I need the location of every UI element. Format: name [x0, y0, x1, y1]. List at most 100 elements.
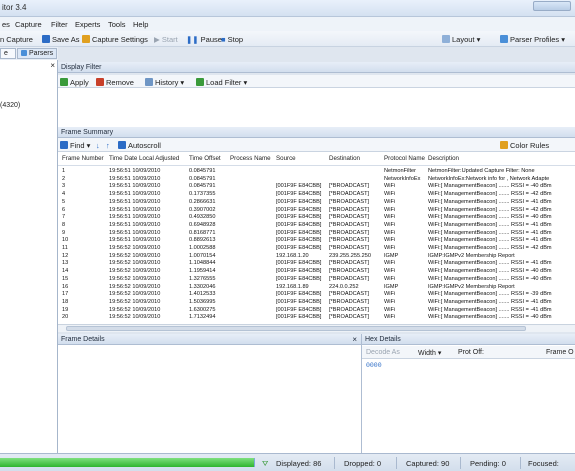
cell-source: [001F9F E84CBB] [276, 260, 322, 267]
column-header-frame-number[interactable]: Frame Number [62, 155, 104, 162]
cell-description: NetworkInfoEx:Network info for , Network… [428, 175, 550, 182]
cell-destination: [*BROADCAST] [329, 298, 370, 305]
layout-button[interactable]: Layout ▾ [442, 35, 480, 44]
menu-item-help[interactable]: Help [133, 20, 148, 29]
table-row[interactable]: 16 19:56:52 10/09/2010 1.3302046 192.168.1.… [58, 284, 575, 291]
cell-description: WiFi:[ ManagementBeacon] ....... RSSI = … [428, 306, 552, 313]
table-row[interactable]: 20 19:56:52 10/09/2010 1.7132494 [001F9F E8… [58, 314, 575, 321]
status-bar: ⛛ Displayed: 86 Dropped: 0 Captured: 90 … [0, 453, 575, 471]
frame-summary-grid[interactable]: Frame Number Time Date Local Adjusted Ti… [58, 152, 575, 324]
table-row[interactable]: 12 19:56:52 10/09/2010 1.0070154 192.168.1.… [58, 253, 575, 260]
hex-details-toolbar: Decode As Width ▾ Prot Off: Frame O [362, 346, 575, 359]
column-header-description[interactable]: Description [428, 155, 459, 162]
apply-icon [60, 78, 68, 86]
cell-description: WiFi:[ ManagementBeacon] ....... RSSI = … [428, 183, 552, 190]
find-button[interactable]: Find ▾ [60, 141, 90, 150]
filter-text-area[interactable] [58, 88, 575, 128]
header-divider [58, 165, 575, 166]
cell-protocol: WiFi [384, 260, 396, 267]
cell-frame-number: 20 [62, 314, 69, 321]
table-row[interactable]: 8 19:56:51 10/09/2010 0.6948928 [001F9F E84… [58, 222, 575, 229]
pause-icon: ❚❚ [186, 35, 201, 44]
tab-network[interactable]: e [0, 48, 16, 59]
new-capture-button[interactable]: n Capture [0, 35, 33, 44]
menu-item-capture[interactable]: Capture [15, 20, 42, 29]
autoscroll-button[interactable]: Autoscroll [118, 141, 161, 150]
decode-as-button[interactable]: Decode As [366, 349, 400, 356]
cell-destination: [*BROADCAST] [329, 191, 370, 198]
cell-protocol: NetworkInfoEx [384, 175, 421, 182]
table-row[interactable]: 18 19:56:52 10/09/2010 1.5036995 [001F9F E8… [58, 299, 575, 306]
apply-filter-button[interactable]: Apply [60, 78, 89, 87]
column-header-protocol-name[interactable]: Protocol Name [384, 155, 425, 162]
title-bar: itor 3.4 [0, 0, 575, 17]
column-header-destination[interactable]: Destination [329, 155, 360, 162]
scrollbar-thumb[interactable] [66, 326, 526, 331]
cell-protocol: WiFi [384, 198, 396, 205]
remove-filter-button[interactable]: Remove [96, 78, 134, 87]
cell-frame-number: 17 [62, 291, 69, 298]
cell-time-offset: 0.0845791 [189, 175, 216, 182]
table-row[interactable]: 15 19:56:52 10/09/2010 1.3276555 [001F9F E8… [58, 276, 575, 283]
color-rules-icon [500, 141, 508, 149]
parser-profiles-button[interactable]: Parser Profiles ▾ [500, 35, 565, 44]
cell-protocol: WiFi [384, 206, 396, 213]
table-row[interactable]: 14 19:56:52 10/09/2010 1.1959414 [001F9F E8… [58, 268, 575, 275]
color-rules-button[interactable]: Color Rules [500, 141, 549, 150]
window-controls[interactable] [533, 1, 571, 11]
capture-tab-item[interactable]: (4320) [0, 102, 20, 109]
column-header-source[interactable]: Source [276, 155, 296, 162]
column-header-time-offset[interactable]: Time Offset [189, 155, 221, 162]
arrow-down-icon[interactable]: ↓ [96, 141, 100, 150]
table-row[interactable]: 13 19:56:52 10/09/2010 1.1048844 [001F9F E8… [58, 260, 575, 267]
frame-summary-header: Frame Summary [58, 127, 575, 138]
cell-source: [001F9F E84CBB] [276, 291, 322, 298]
horizontal-scrollbar[interactable] [58, 324, 575, 332]
cell-source: [001F9F E84CBB] [276, 229, 322, 236]
capture-settings-button[interactable]: Capture Settings [82, 35, 148, 44]
table-row[interactable]: 3 19:56:51 10/09/2010 0.0845791 [001F9F E84… [58, 183, 575, 190]
close-icon[interactable]: × [352, 335, 357, 344]
table-row[interactable]: 7 19:56:51 10/09/2010 0.4932850 [001F9F E84… [58, 214, 575, 221]
cell-time-date: 19:56:52 10/09/2010 [109, 291, 161, 298]
cell-frame-number: 5 [62, 198, 66, 205]
arrow-up-icon[interactable]: ↑ [106, 141, 110, 150]
table-row[interactable]: 1 19:56:51 10/09/2010 0.0845791 NetmonFilte… [58, 168, 575, 175]
save-as-button[interactable]: Save As [42, 35, 80, 44]
cell-description: WiFi:[ ManagementBeacon] ....... RSSI = … [428, 221, 552, 228]
column-header-time-date[interactable]: Time Date Local Adjusted [109, 155, 179, 162]
cell-protocol: WiFi [384, 237, 396, 244]
menu-item-file[interactable]: es [2, 20, 10, 29]
remove-icon [96, 78, 104, 86]
table-row[interactable]: 10 19:56:51 10/09/2010 0.8892613 [001F9F E8… [58, 237, 575, 244]
cell-frame-number: 13 [62, 260, 69, 267]
menu-item-tools[interactable]: Tools [108, 20, 126, 29]
history-button[interactable]: History ▾ [145, 78, 184, 87]
cell-source: [001F9F E84CBB] [276, 268, 322, 275]
load-filter-button[interactable]: Load Filter ▾ [196, 78, 247, 87]
table-row[interactable]: 2 19:56:51 10/09/2010 0.0845791 NetworkInfo… [58, 176, 575, 183]
pause-button[interactable]: ❚❚ Pause [186, 35, 222, 44]
tab-parsers[interactable]: Parsers [17, 48, 57, 59]
close-icon[interactable]: × [50, 61, 55, 70]
table-row[interactable]: 11 19:56:52 10/09/2010 1.0002588 [001F9F E8… [58, 245, 575, 252]
width-button[interactable]: Width ▾ [418, 349, 441, 357]
table-row[interactable]: 4 19:56:51 10/09/2010 0.1737355 [001F9F E84… [58, 191, 575, 198]
cell-description: WiFi:[ ManagementBeacon] ....... RSSI = … [428, 298, 552, 305]
table-row[interactable]: 6 19:56:51 10/09/2010 0.3907002 [001F9F E84… [58, 207, 575, 214]
stop-icon: ■ [221, 35, 228, 44]
start-button[interactable]: ▶ Start [154, 35, 178, 44]
menu-item-filter[interactable]: Filter [51, 20, 68, 29]
menu-item-experts[interactable]: Experts [75, 20, 100, 29]
hex-offset: 0000 [366, 362, 382, 369]
capture-progress-bar [0, 458, 255, 467]
table-row[interactable]: 5 19:56:51 10/09/2010 0.2866631 [001F9F E84… [58, 199, 575, 206]
cell-description: NetmonFilter:Updated Capture Filter: Non… [428, 168, 535, 174]
cell-source: [001F9F E84CBB] [276, 221, 322, 228]
column-header-process-name[interactable]: Process Name [230, 155, 271, 162]
table-row[interactable]: 9 19:56:51 10/09/2010 0.8168771 [001F9F E84… [58, 230, 575, 237]
table-row[interactable]: 19 19:56:52 10/09/2010 1.6300275 [001F9F E8… [58, 307, 575, 314]
cell-description: WiFi:[ ManagementBeacon] ....... RSSI = … [428, 245, 552, 251]
stop-button[interactable]: ■ Stop [221, 35, 243, 44]
table-row[interactable]: 17 19:56:52 10/09/2010 1.4012533 [001F9F E8… [58, 291, 575, 298]
